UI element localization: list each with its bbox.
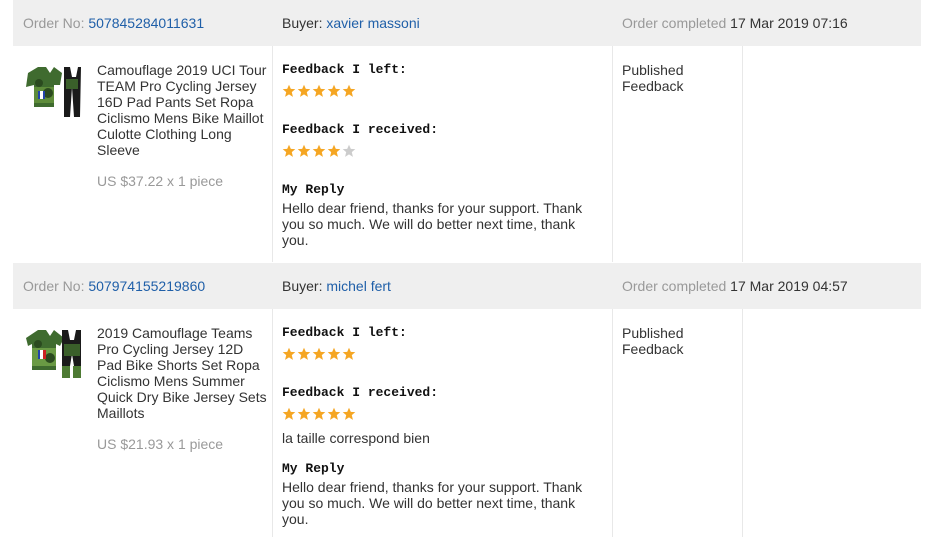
order-no-link[interactable]: 507845284011631 [88, 15, 204, 31]
feedback-left-stars [282, 84, 356, 98]
product-title[interactable]: Camouflage 2019 UCI Tour TEAM Pro Cyclin… [97, 62, 267, 158]
feedback-status: Published Feedback [622, 325, 684, 357]
completed-date: 17 Mar 2019 07:16 [730, 15, 848, 31]
buyer-row: Buyer: michel fert [282, 278, 391, 294]
completed-label: Order completed [622, 278, 727, 294]
star-icon [342, 407, 356, 420]
feedback-received-label: Feedback I received: [282, 385, 439, 400]
product-price: US $21.93 x 1 piece [97, 436, 224, 452]
order-card: Order No: 507974155219860 Buyer: michel … [13, 263, 921, 537]
my-reply-text: Hello dear friend, thanks for your suppo… [282, 200, 583, 248]
star-icon [312, 347, 326, 360]
star-icon [342, 144, 356, 157]
feedback-left-stars [282, 347, 356, 361]
order-body: Camouflage 2019 UCI Tour TEAM Pro Cyclin… [13, 46, 921, 262]
star-icon [297, 407, 311, 420]
star-icon [282, 84, 296, 97]
completed-row: Order completed 17 Mar 2019 07:16 [622, 15, 848, 31]
star-icon [342, 84, 356, 97]
order-header: Order No: 507974155219860 Buyer: michel … [13, 263, 921, 309]
my-reply-label: My Reply [282, 182, 345, 197]
cycling-kit-short-sleeve-image[interactable] [24, 326, 82, 384]
column-divider [612, 46, 613, 262]
star-icon [282, 144, 296, 157]
star-icon [327, 347, 341, 360]
feedback-received-stars [282, 144, 356, 158]
buyer-link[interactable]: michel fert [326, 278, 391, 294]
product-title[interactable]: 2019 Camouflage Teams Pro Cycling Jersey… [97, 325, 267, 421]
buyer-link[interactable]: xavier massoni [326, 15, 419, 31]
completed-date: 17 Mar 2019 04:57 [730, 278, 848, 294]
buyer-row: Buyer: xavier massoni [282, 15, 420, 31]
star-icon [342, 347, 356, 360]
column-divider [272, 46, 273, 262]
buyer-label: Buyer: [282, 278, 323, 294]
my-reply-text: Hello dear friend, thanks for your suppo… [282, 479, 583, 527]
order-number-row: Order No: 507845284011631 [23, 15, 204, 31]
order-no-label: Order No: [23, 15, 85, 31]
star-icon [327, 144, 341, 157]
star-icon [297, 84, 311, 97]
order-number-row: Order No: 507974155219860 [23, 278, 205, 294]
order-no-link[interactable]: 507974155219860 [88, 278, 205, 294]
completed-row: Order completed 17 Mar 2019 04:57 [622, 278, 848, 294]
my-reply-label: My Reply [282, 461, 345, 476]
cycling-kit-long-sleeve-image[interactable] [24, 63, 82, 121]
column-divider [612, 309, 613, 537]
column-divider [742, 309, 743, 537]
completed-label: Order completed [622, 15, 727, 31]
star-icon [312, 84, 326, 97]
feedback-left-label: Feedback I left: [282, 325, 407, 340]
star-icon [282, 347, 296, 360]
star-icon [312, 144, 326, 157]
product-price: US $37.22 x 1 piece [97, 173, 224, 189]
order-body: 2019 Camouflage Teams Pro Cycling Jersey… [13, 309, 921, 537]
feedback-status: Published Feedback [622, 62, 684, 94]
star-icon [327, 84, 341, 97]
column-divider [742, 46, 743, 262]
star-icon [297, 144, 311, 157]
order-card: Order No: 507845284011631 Buyer: xavier … [13, 0, 921, 262]
feedback-left-label: Feedback I left: [282, 62, 407, 77]
order-no-label: Order No: [23, 278, 85, 294]
buyer-label: Buyer: [282, 15, 323, 31]
feedback-received-label: Feedback I received: [282, 122, 439, 137]
order-header: Order No: 507845284011631 Buyer: xavier … [13, 0, 921, 46]
star-icon [312, 407, 326, 420]
star-icon [327, 407, 341, 420]
feedback-received-comment: la taille correspond bien [282, 430, 430, 446]
star-icon [297, 347, 311, 360]
star-icon [282, 407, 296, 420]
column-divider [272, 309, 273, 537]
feedback-received-stars [282, 407, 356, 421]
